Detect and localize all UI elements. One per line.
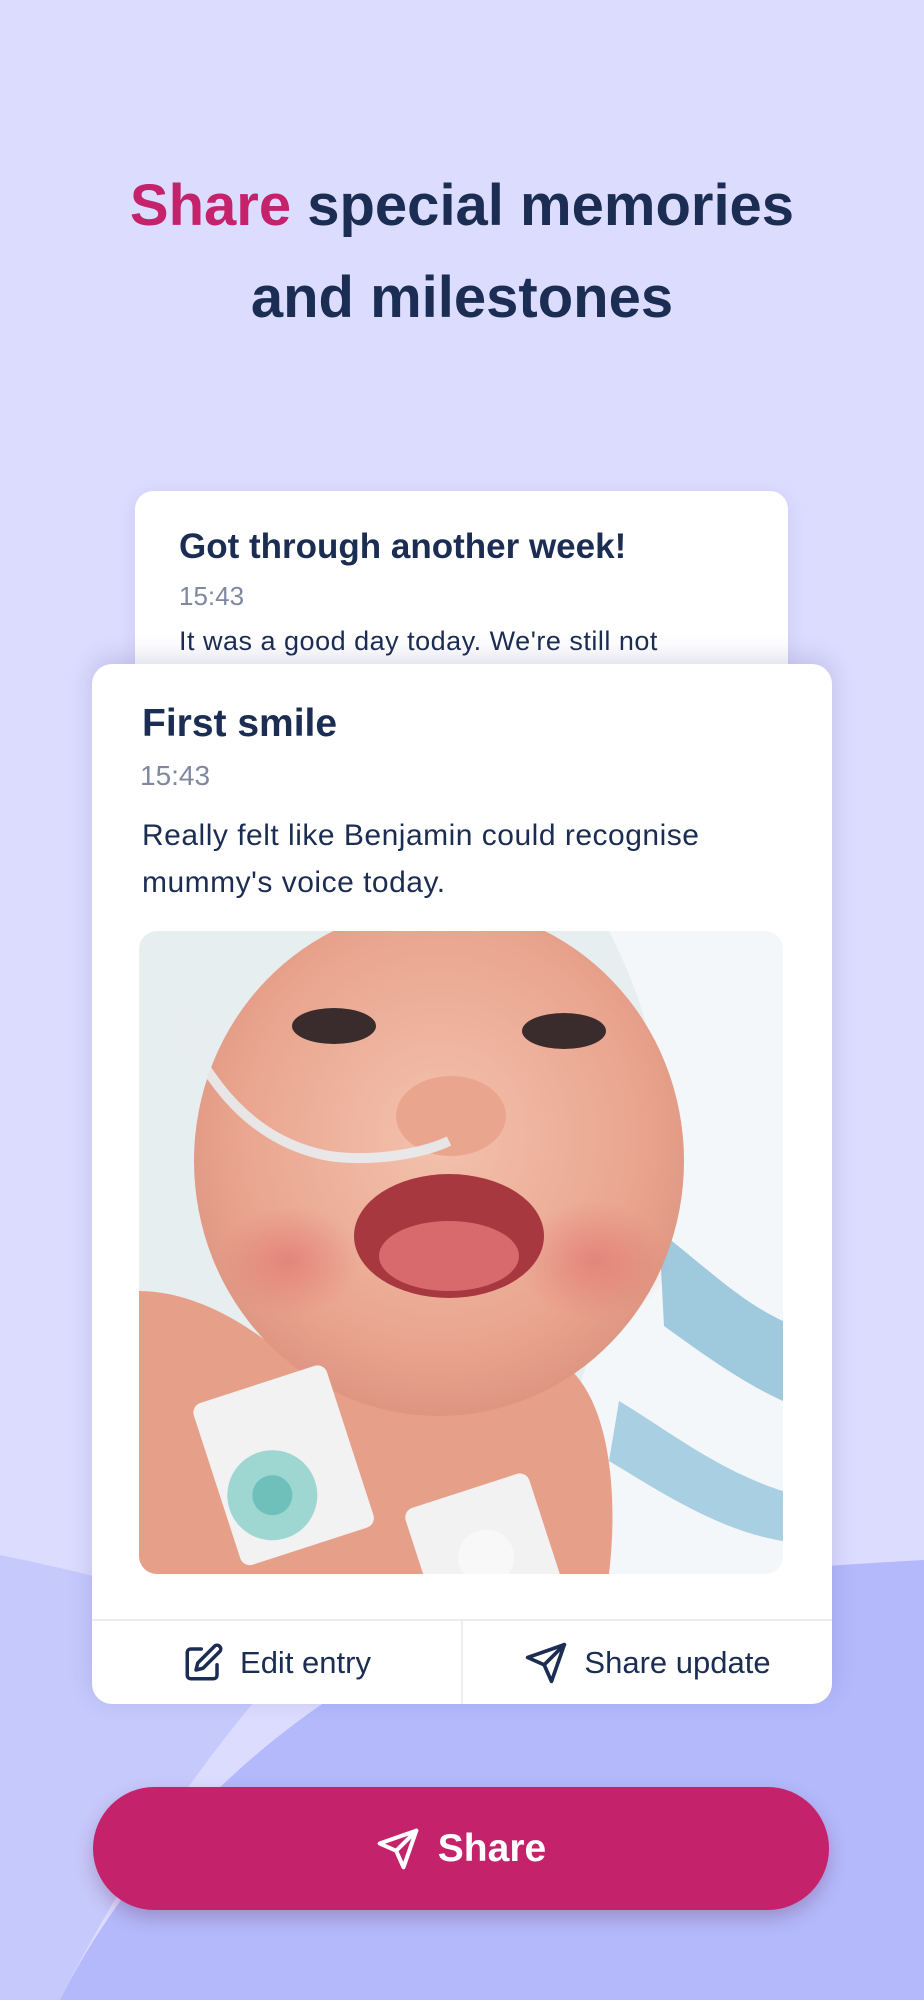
send-icon: [524, 1641, 568, 1685]
share-update-button[interactable]: Share update: [461, 1621, 832, 1704]
entry-body: It was a good day today. We're still not: [179, 626, 658, 656]
entry-title: Got through another week!: [179, 527, 627, 566]
entry-card-first-smile[interactable]: First smile 15:43 Really felt like Benja…: [92, 664, 832, 1704]
headline-line2: and milestones: [250, 265, 674, 330]
baby-photo-icon: [139, 931, 783, 1574]
entry-title: First smile: [142, 702, 338, 745]
entry-photo[interactable]: [139, 931, 783, 1574]
send-icon: [376, 1827, 420, 1871]
headline-line1-rest: special memories: [291, 173, 795, 238]
entry-actions: Edit entry Share update: [92, 1619, 832, 1704]
share-button[interactable]: Share: [93, 1787, 829, 1910]
entry-time: 15:43: [140, 760, 211, 791]
edit-entry-label: Edit entry: [240, 1644, 371, 1680]
headline-accent-word: Share: [129, 173, 292, 238]
edit-entry-button[interactable]: Edit entry: [92, 1621, 461, 1704]
entry-time: 15:43: [179, 581, 245, 611]
share-button-label: Share: [437, 1826, 547, 1870]
share-update-label: Share update: [584, 1644, 771, 1680]
page-headline: Share special memories and milestones: [0, 160, 924, 344]
edit-icon: [182, 1642, 224, 1684]
entry-body: Really felt like Benjamin could recognis…: [142, 819, 700, 899]
